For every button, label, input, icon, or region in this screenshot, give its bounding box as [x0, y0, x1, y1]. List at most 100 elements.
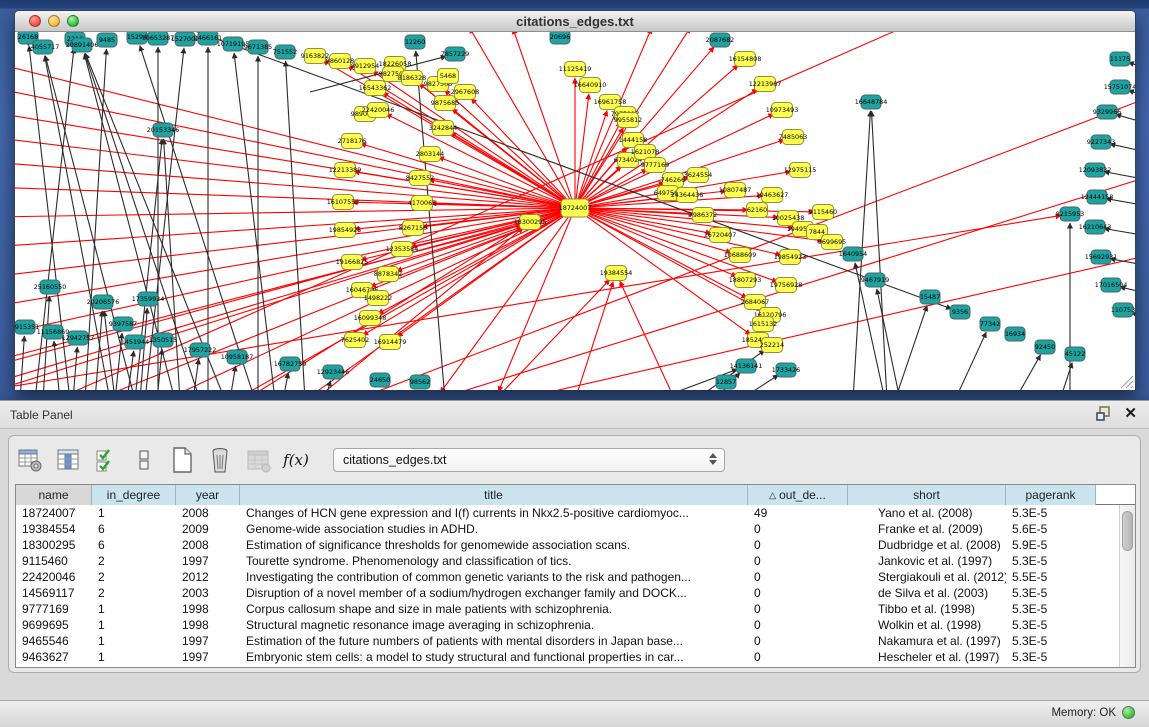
graph-node[interactable]: 1350515 — [149, 333, 177, 347]
float-panel-icon[interactable] — [1096, 406, 1112, 422]
table-row[interactable]: 911546021997Tourette syndrome. Phenomeno… — [16, 553, 1119, 569]
graph-node[interactable]: 12923446 — [317, 365, 350, 379]
network-window-titlebar[interactable]: citations_edges.txt — [15, 11, 1135, 32]
graph-node[interactable]: 12942757 — [62, 331, 95, 345]
select-all-icon[interactable] — [91, 445, 121, 475]
show-column-icon[interactable] — [53, 445, 83, 475]
graph-node[interactable]: 9227343 — [1087, 135, 1115, 149]
graph-node[interactable]: 98562 — [410, 375, 430, 389]
graph-node[interactable]: 9467919 — [861, 273, 889, 287]
table-row[interactable]: 1830029562008Estimation of significance … — [16, 537, 1119, 553]
table-row[interactable]: 2242004622012Investigating the contribut… — [16, 569, 1119, 585]
table-settings-icon[interactable] — [15, 445, 45, 475]
graph-node[interactable]: 15692931 — [1085, 250, 1118, 264]
table-row[interactable]: 1872400712008Changes of HCN gene express… — [16, 505, 1119, 521]
table-row[interactable]: 1456911722003Disruption of a novel membe… — [16, 585, 1119, 601]
graph-node[interactable]: 9699695 — [818, 235, 846, 250]
graph-node[interactable]: 17016504 — [1095, 278, 1128, 292]
function-builder-icon[interactable]: f(x) — [281, 445, 311, 475]
graph-node[interactable]: 2718176 — [338, 134, 366, 149]
column-header-year[interactable]: year — [176, 485, 240, 505]
graph-node[interactable]: 77342 — [980, 317, 1000, 331]
graph-node[interactable]: 7986372 — [689, 208, 717, 223]
graph-node[interactable]: 11175 — [1110, 52, 1130, 66]
graph-node[interactable]: 9777169 — [641, 158, 669, 173]
graph-node[interactable]: 9397587 — [109, 317, 137, 331]
graph-node[interactable]: 9356 — [950, 305, 970, 319]
graph-node[interactable]: 7485063 — [779, 130, 807, 145]
scrollbar-thumb[interactable] — [1122, 511, 1133, 551]
table-row[interactable]: 946554611997Estimation of the future num… — [16, 633, 1119, 649]
import-table-icon[interactable] — [243, 445, 273, 475]
graph-node[interactable]: 8267150 — [399, 221, 427, 236]
graph-node[interactable]: 20891406 — [66, 38, 99, 52]
graph-node[interactable]: 16154808 — [729, 52, 762, 67]
graph-node[interactable]: 1498222 — [364, 291, 392, 306]
graph-node[interactable]: 19854923 — [774, 250, 807, 265]
graph-node[interactable]: 3915351 — [15, 320, 39, 334]
graph-node[interactable]: 10807487 — [719, 183, 752, 198]
graph-node[interactable]: 12975115 — [784, 163, 817, 178]
graph-node[interactable]: 1640954 — [839, 247, 867, 261]
graph-node[interactable]: 110753 — [1111, 303, 1135, 317]
graph-node[interactable]: 16210643 — [1079, 220, 1112, 234]
close-panel-icon[interactable]: ✕ — [1124, 406, 1137, 422]
column-header-pagerank[interactable]: pagerank — [1006, 485, 1096, 505]
network-canvas[interactable]: 2616814055717221620891406948515294106532… — [15, 32, 1135, 390]
graph-node[interactable]: 16648784 — [855, 95, 888, 109]
resize-grip[interactable] — [1121, 376, 1133, 388]
column-header-short[interactable]: short — [848, 485, 1006, 505]
graph-node[interactable]: 10653287 — [142, 32, 175, 45]
graph-node[interactable]: 10688609 — [724, 248, 757, 263]
table-row[interactable]: 969969511998Structural magnetic resonanc… — [16, 617, 1119, 633]
graph-node[interactable]: 7857229 — [441, 47, 469, 61]
graph-node[interactable]: 5468 — [438, 69, 459, 84]
graph-node[interactable]: 19384554 — [600, 266, 633, 281]
graph-node[interactable]: 4170065 — [408, 196, 436, 211]
graph-node[interactable]: 16934 — [1005, 327, 1025, 341]
graph-node[interactable]: 11125419 — [559, 62, 592, 77]
graph-node[interactable]: 16640910 — [574, 78, 607, 93]
graph-node[interactable]: 12093832 — [1079, 163, 1112, 177]
graph-node[interactable]: 17957222 — [184, 343, 217, 357]
graph-node[interactable]: 15487 — [920, 290, 940, 304]
graph-node[interactable]: 9875685 — [431, 96, 459, 111]
graph-node[interactable]: 8912954 — [351, 59, 379, 74]
graph-node[interactable]: 8427552 — [406, 171, 434, 186]
network-select-dropdown[interactable]: citations_edges.txt — [333, 448, 725, 472]
graph-node[interactable]: 15751074 — [1104, 80, 1135, 94]
graph-node[interactable]: 19756928 — [770, 278, 803, 293]
graph-node[interactable]: 9671385 — [244, 40, 272, 54]
column-header-in_degree[interactable]: in_degree — [92, 485, 176, 505]
graph-node[interactable]: 16782759 — [274, 357, 307, 371]
graph-node[interactable]: 12213967 — [749, 77, 782, 92]
graph-node[interactable]: 18724007 — [559, 199, 592, 217]
graph-node[interactable]: 9485 — [97, 33, 117, 47]
graph-node[interactable]: 3242844 — [429, 121, 457, 136]
table-row[interactable]: 946362711997Embryonic stem cells: a mode… — [16, 649, 1119, 665]
graph-node[interactable]: 8215953 — [1056, 207, 1084, 221]
graph-node[interactable]: 19463627 — [756, 188, 789, 203]
graph-node[interactable]: 12213389 — [329, 163, 362, 178]
graph-node[interactable]: 751552 — [273, 45, 297, 59]
graph-node[interactable]: 16107552 — [327, 195, 360, 210]
graph-node[interactable]: 9329966 — [1093, 105, 1121, 119]
table-row[interactable]: 977716911998Corpus callosum shape and si… — [16, 601, 1119, 617]
graph-node[interactable]: 7625402 — [341, 333, 369, 348]
column-header-out_de[interactable]: △out_de... — [748, 485, 848, 505]
graph-node[interactable]: 10958187 — [221, 350, 254, 364]
table-row[interactable]: 1938455462009Genome-wide association stu… — [16, 521, 1119, 537]
graph-node[interactable]: 12260 — [405, 35, 425, 49]
graph-node[interactable]: 16099348 — [354, 311, 387, 326]
rows-icon[interactable] — [129, 445, 159, 475]
graph-node[interactable]: 9115460 — [809, 205, 837, 220]
graph-node[interactable]: 45122 — [1065, 347, 1085, 361]
graph-node[interactable]: 2803144 — [416, 147, 444, 162]
graph-node[interactable]: 19166825 — [336, 255, 369, 270]
column-header-title[interactable]: title — [240, 485, 748, 505]
memory-ok-indicator[interactable] — [1122, 706, 1135, 719]
graph-node[interactable]: 12857 — [716, 375, 736, 389]
graph-node[interactable]: 1451944 — [121, 335, 149, 349]
graph-node[interactable]: 9955812 — [614, 113, 642, 128]
graph-node[interactable]: 16720407 — [704, 228, 737, 243]
